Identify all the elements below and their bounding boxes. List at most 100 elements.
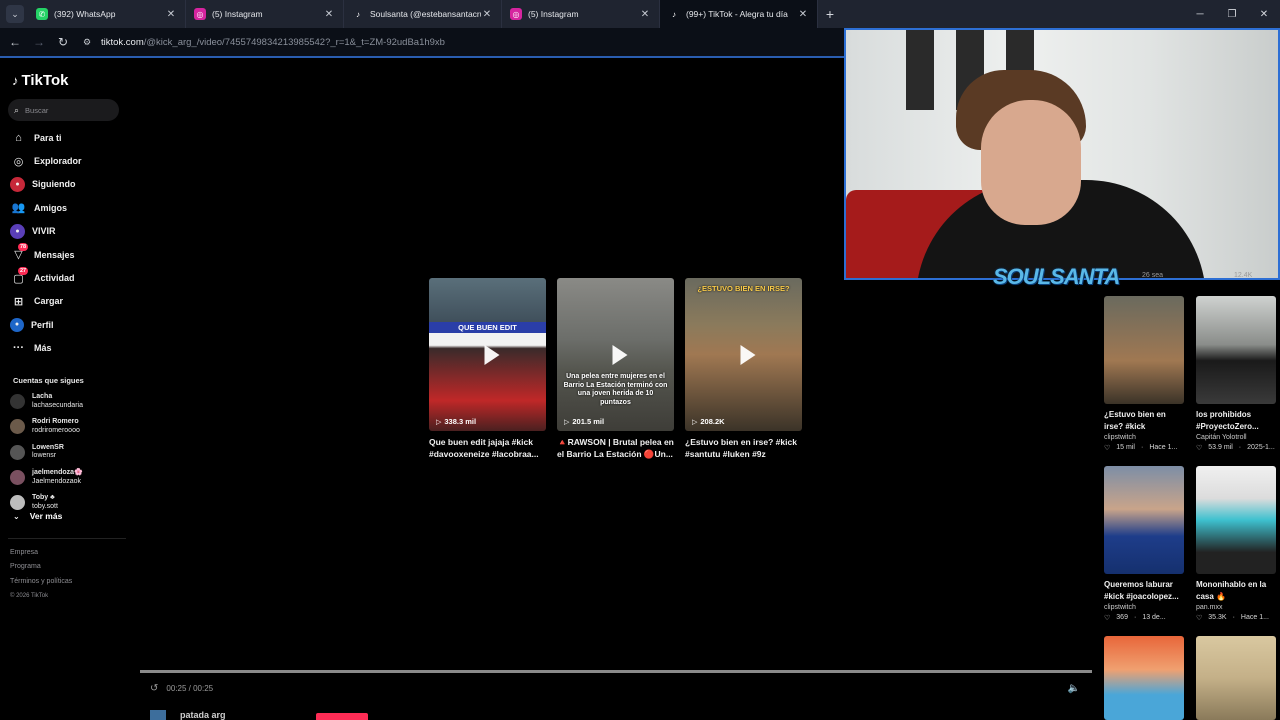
right-video-card[interactable]: los prohibidos #ProyectoZero... Capitán … xyxy=(1196,296,1276,452)
following-name: Toby ♣ xyxy=(32,494,55,502)
video-author[interactable]: clipstwitch xyxy=(1104,434,1184,441)
following-item[interactable]: Lacha lachasecundaria xyxy=(10,389,126,414)
video-caption[interactable]: ¿Estuvo bien en irse? #kick #santutu... xyxy=(1104,409,1184,433)
video-thumbnail[interactable] xyxy=(1196,296,1276,404)
search-box[interactable]: ⌕ xyxy=(8,99,119,121)
video-meta: ♡ 35.3K · Hace 1... xyxy=(1196,614,1276,622)
video-thumbnail[interactable] xyxy=(1196,636,1276,720)
volume-icon[interactable]: 🔈 xyxy=(1068,683,1080,694)
forward-icon[interactable]: → xyxy=(27,35,51,49)
video-caption[interactable]: 🔺RAWSON | Brutal pelea en el Barrio La E… xyxy=(557,436,674,462)
new-tab-button[interactable]: + xyxy=(818,6,842,22)
following-item[interactable]: Rodri Romero rodriromeroooo xyxy=(10,414,126,439)
right-video-card[interactable] xyxy=(1196,636,1276,720)
view-count: ▷ 338.3 mil xyxy=(436,417,476,426)
footer-link-terminos[interactable]: Términos y políticas xyxy=(10,575,72,589)
tab-instagram[interactable]: ◎ (5) Instagram ✕ xyxy=(186,0,344,28)
close-icon[interactable]: ✕ xyxy=(481,9,493,20)
close-icon[interactable]: ✕ xyxy=(323,9,335,20)
nav-mensajes[interactable]: ▽ 78 Mensajes xyxy=(10,243,126,266)
right-video-card[interactable]: Mononihablo en la casa 🔥 #neopistea... p… xyxy=(1196,466,1276,622)
restore-icon[interactable]: ❐ xyxy=(1216,0,1248,28)
video-caption[interactable]: Mononihablo en la casa 🔥 #neopistea... xyxy=(1196,579,1276,603)
streamer-webcam-overlay xyxy=(844,28,1280,280)
nav-label: Cargar xyxy=(34,296,64,307)
video-card[interactable]: QUE BUEN EDIT ▷ 338.3 mil Que buen edit j… xyxy=(429,278,546,462)
nav-para-ti[interactable]: ⌂ Para ti xyxy=(10,126,126,149)
video-author[interactable]: Capitán Yolotroll xyxy=(1196,434,1276,441)
following-item[interactable]: jaelmendoza🌸 Jaelmendozaok xyxy=(10,465,126,490)
following-header: Cuentas que sigues xyxy=(13,376,84,385)
streamer-face xyxy=(981,100,1081,225)
video-card[interactable]: Una pelea entre mujeres en el Barrio La … xyxy=(557,278,674,462)
close-icon[interactable]: ✕ xyxy=(639,9,651,20)
nav-label: Amigos xyxy=(34,202,68,213)
following-item[interactable]: LowenSR lowensr xyxy=(10,440,126,465)
right-video-card[interactable]: ¿Estuvo bien en irse? #kick #santutu... … xyxy=(1104,296,1184,452)
video-thumbnail[interactable] xyxy=(1104,636,1184,720)
play-count-icon: ▷ xyxy=(564,418,570,426)
video-author[interactable]: pan.mxx xyxy=(1196,604,1276,611)
replay-icon[interactable]: ↺ xyxy=(150,683,158,694)
avatar xyxy=(10,470,25,486)
like-count: 35.3K xyxy=(1208,614,1227,621)
video-meta: ♡ 15 mil · Hace 1... xyxy=(1104,444,1184,452)
nav-label: VIVIR xyxy=(32,226,56,237)
heart-icon: ♡ xyxy=(1104,445,1111,452)
heart-icon: ♡ xyxy=(1196,615,1203,622)
following-name: jaelmendoza🌸 xyxy=(32,469,83,477)
search-input[interactable] xyxy=(25,105,106,115)
tiktok-logo[interactable]: ♪ TikTok xyxy=(12,72,68,89)
nav-mas[interactable]: ··· Más xyxy=(10,337,126,360)
tab-tiktok-active[interactable]: ♪ (99+) TikTok - Alegra tu día ✕ xyxy=(660,0,818,28)
video-progress-bar[interactable] xyxy=(140,670,1092,673)
footer-link-empresa[interactable]: Empresa xyxy=(10,546,72,560)
see-more-button[interactable]: ⌄ Ver más xyxy=(13,511,62,521)
video-thumbnail[interactable] xyxy=(1104,466,1184,574)
site-info-icon[interactable]: ⚙ xyxy=(83,37,95,48)
video-caption[interactable]: ¿Estuvo bien en irse? #kick #santutu #lu… xyxy=(685,436,802,462)
right-video-card[interactable]: Queremos laburar #kick #joacolopez... cl… xyxy=(1104,466,1184,622)
url-field[interactable]: ⚙ tiktok.com /@kick_arg_/video/745574983… xyxy=(83,37,445,48)
video-caption[interactable]: Queremos laburar #kick #joacolopez... xyxy=(1104,579,1184,603)
right-video-card[interactable] xyxy=(1104,636,1184,720)
nav-explorador[interactable]: ◎ Explorador xyxy=(10,149,126,172)
sidebar-footer: Empresa Programa Términos y políticas © … xyxy=(10,546,72,603)
back-icon[interactable]: ← xyxy=(3,35,27,49)
view-count-text: 201.5 mil xyxy=(572,417,605,426)
like-count: 15 mil xyxy=(1116,444,1135,451)
nav-siguiendo[interactable]: ● Siguiendo xyxy=(10,173,126,196)
play-count-icon: ▷ xyxy=(436,418,442,426)
divider xyxy=(8,538,126,539)
video-card[interactable]: ¿ESTUVO BIEN EN IRSE? ▷ 208.2K ¿Estuvo bi… xyxy=(685,278,802,462)
footer-link-programa[interactable]: Programa xyxy=(10,560,72,574)
main-nav: ⌂ Para ti ◎ Explorador ● Siguiendo 👥 Amigos … xyxy=(10,126,126,360)
video-author-name[interactable]: patada arg xyxy=(180,710,226,720)
follow-button[interactable] xyxy=(316,713,368,720)
video-thumbnail[interactable] xyxy=(1104,296,1184,404)
nav-cargar[interactable]: ⊞ Cargar xyxy=(10,290,126,313)
tab-instagram-2[interactable]: ◎ (5) Instagram ✕ xyxy=(502,0,660,28)
reload-icon[interactable]: ↻ xyxy=(51,35,75,49)
video-caption[interactable]: los prohibidos #ProyectoZero... xyxy=(1196,409,1276,433)
close-icon[interactable]: ✕ xyxy=(797,9,809,20)
tab-whatsapp[interactable]: ✆ (392) WhatsApp ✕ xyxy=(28,0,186,28)
video-thumbnail[interactable]: Una pelea entre mujeres en el Barrio La … xyxy=(557,278,674,431)
nav-vivir[interactable]: ● VIVIR xyxy=(10,220,126,243)
video-author[interactable]: clipstwitch xyxy=(1104,604,1184,611)
live-icon: ● xyxy=(10,223,25,239)
tab-search-button[interactable]: ⌄ xyxy=(2,4,28,24)
video-thumbnail[interactable]: QUE BUEN EDIT ▷ 338.3 mil xyxy=(429,278,546,431)
nav-actividad[interactable]: ▢ 27 Actividad xyxy=(10,266,126,289)
nav-perfil[interactable]: ● Perfil xyxy=(10,313,126,336)
tab-soulsanta[interactable]: ♪ Soulsanta (@estebansantacruz ✕ xyxy=(344,0,502,28)
nav-amigos[interactable]: 👥 Amigos xyxy=(10,196,126,219)
chevron-down-icon: ⌄ xyxy=(13,511,20,521)
close-window-icon[interactable]: ✕ xyxy=(1248,0,1280,28)
minimize-icon[interactable]: ─ xyxy=(1184,0,1216,28)
video-caption[interactable]: Que buen edit jajaja #kick #davooxeneize… xyxy=(429,436,546,462)
video-thumbnail[interactable] xyxy=(1196,466,1276,574)
video-thumbnail[interactable]: ¿ESTUVO BIEN EN IRSE? ▷ 208.2K xyxy=(685,278,802,431)
close-icon[interactable]: ✕ xyxy=(165,9,177,20)
video-meta: ♡ 53.9 mil · 2025-1... xyxy=(1196,444,1276,452)
